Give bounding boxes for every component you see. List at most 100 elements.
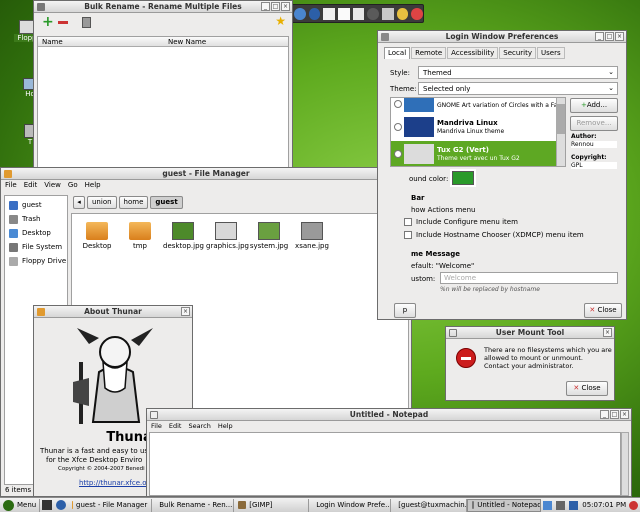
task-file-manager[interactable]: guest - File Manager — [68, 498, 153, 512]
path-back-button[interactable]: ◂ — [73, 196, 85, 209]
mail-icon[interactable] — [323, 7, 336, 20]
task-login-prefs[interactable]: Login Window Prefe... — [309, 498, 392, 512]
theme-radio[interactable] — [394, 123, 402, 131]
menu-view[interactable]: View — [44, 181, 61, 190]
add-files-icon[interactable]: + — [42, 15, 54, 29]
help-button[interactable]: p — [394, 303, 416, 318]
tab-users[interactable]: Users — [537, 47, 565, 59]
about-thunar-titlebar[interactable]: About Thunar × — [34, 306, 192, 318]
terminal-launcher-icon[interactable] — [42, 500, 53, 510]
login-prefs-titlebar[interactable]: Login Window Preferences _ □ × — [378, 31, 626, 43]
remove-files-icon[interactable] — [58, 21, 68, 24]
task-bulk-rename[interactable]: Bulk Rename - Ren... — [152, 498, 235, 512]
minimize-button[interactable]: _ — [600, 410, 609, 419]
globe-icon[interactable] — [294, 7, 306, 20]
star-icon[interactable]: ★ — [275, 14, 286, 28]
mount-close-button[interactable]: ✕ Close — [566, 381, 608, 396]
file-item[interactable]: graphics.jpg — [206, 222, 249, 250]
menu-edit[interactable]: Edit — [169, 422, 182, 431]
menu-help[interactable]: Help — [85, 181, 101, 190]
include-configure-checkbox[interactable] — [404, 218, 412, 226]
path-button-home[interactable]: home — [118, 196, 149, 209]
browser-icon[interactable] — [308, 7, 321, 20]
tab-accessibility[interactable]: Accessibility — [447, 47, 499, 59]
task-gimp[interactable]: [GIMP] — [234, 498, 310, 512]
tab-security[interactable]: Security — [499, 47, 536, 59]
file-item[interactable]: Desktop — [77, 222, 117, 250]
menu-search[interactable]: Search — [188, 422, 210, 431]
menu-go[interactable]: Go — [68, 181, 78, 190]
close-button[interactable]: × — [281, 2, 290, 11]
menu-help[interactable]: Help — [218, 422, 233, 431]
close-button[interactable]: × — [620, 410, 629, 419]
headset-icon[interactable] — [367, 7, 380, 20]
tab-local[interactable]: Local — [384, 47, 411, 59]
notepad-titlebar[interactable]: Untitled - Notepad _ □ × — [147, 409, 631, 421]
close-button[interactable]: × — [181, 307, 190, 316]
theme-list[interactable]: GNOME Art variation of Circles with a Fa… — [390, 97, 566, 167]
file-list[interactable]: Name New Name — [37, 36, 289, 174]
volume-tray-icon[interactable] — [556, 500, 566, 510]
sidebar-item-guest[interactable]: guest — [5, 198, 67, 212]
task-terminal[interactable]: [guest@tuxmachin... — [391, 498, 468, 512]
menu-file[interactable]: File — [5, 181, 17, 190]
maximize-button[interactable]: □ — [271, 2, 280, 11]
theme-list-item-selected[interactable]: Tux G2 (Vert) Theme vert avec un Tux G2 — [391, 141, 559, 166]
menu-edit[interactable]: Edit — [24, 181, 38, 190]
maximize-button[interactable]: □ — [610, 410, 619, 419]
custom-welcome-row[interactable]: ustom: — [411, 275, 435, 283]
remove-theme-button[interactable]: Remove... — [570, 116, 618, 131]
monitor-icon[interactable] — [382, 7, 394, 20]
style-select[interactable]: Themed ⌄ — [418, 66, 618, 79]
default-welcome-row[interactable]: efault: "Welcome" — [411, 262, 474, 270]
file-item[interactable]: desktop.jpg — [163, 222, 204, 250]
file-item[interactable]: tmp — [120, 222, 160, 250]
tab-remote[interactable]: Remote — [411, 47, 447, 59]
chat-icon[interactable] — [352, 7, 365, 20]
theme-radio[interactable] — [394, 100, 402, 108]
sidebar-item-trash[interactable]: Trash — [5, 212, 67, 226]
include-chooser-checkbox[interactable] — [404, 231, 412, 239]
column-new-name[interactable]: New Name — [168, 38, 206, 46]
path-button-guest[interactable]: guest — [150, 196, 183, 209]
add-theme-button[interactable]: +Add... — [570, 98, 618, 113]
theme-list-scrollbar[interactable] — [556, 98, 565, 166]
notepad-text-area[interactable] — [149, 432, 621, 496]
mount-tool-titlebar[interactable]: User Mount Tool × — [446, 327, 614, 339]
show-actions-row[interactable]: how Actions menu — [411, 206, 475, 214]
scroll-thumb[interactable] — [557, 104, 565, 134]
theme-list-item[interactable]: Mandriva Linux Mandriva Linux theme — [391, 115, 559, 139]
sidebar-item-desktop[interactable]: Desktop — [5, 226, 67, 240]
sidebar-item-floppy[interactable]: Floppy Drive — [5, 254, 67, 268]
task-notepad[interactable]: Untitled - Notepad — [467, 498, 542, 512]
display-tray-icon[interactable] — [569, 500, 579, 510]
network-tray-icon[interactable] — [543, 500, 553, 510]
theme-radio[interactable] — [394, 150, 402, 158]
include-configure-row[interactable]: Include Configure menu item — [404, 218, 518, 226]
exit-tray-icon[interactable] — [629, 500, 639, 510]
file-item[interactable]: system.jpg — [249, 222, 289, 250]
bulk-rename-titlebar[interactable]: Bulk Rename - Rename Multiple Files _ □ × — [34, 1, 292, 13]
browser-launcher-icon[interactable] — [56, 500, 67, 510]
minimize-button[interactable]: _ — [595, 32, 604, 41]
close-button[interactable]: × — [615, 32, 624, 41]
minimize-button[interactable]: _ — [261, 2, 270, 11]
pencil-icon[interactable] — [396, 7, 409, 20]
menu-file[interactable]: File — [151, 422, 162, 431]
file-item[interactable]: xsane.jpg — [292, 222, 332, 250]
prefs-close-button[interactable]: ✕ Close — [584, 303, 622, 318]
sidebar-item-file-system[interactable]: File System — [5, 240, 67, 254]
notepad-scrollbar[interactable] — [621, 432, 629, 496]
start-menu-button[interactable]: Menu — [0, 498, 41, 512]
custom-welcome-input[interactable]: Welcome — [440, 272, 618, 284]
power-icon[interactable] — [411, 7, 424, 20]
file-manager-titlebar[interactable]: guest - File Manager _□× — [1, 168, 411, 180]
close-button[interactable]: × — [603, 328, 612, 337]
notes-icon[interactable] — [338, 7, 350, 20]
clear-icon[interactable] — [82, 17, 91, 28]
maximize-button[interactable]: □ — [605, 32, 614, 41]
column-name[interactable]: Name — [42, 38, 63, 46]
theme-select[interactable]: Selected only ⌄ — [418, 82, 618, 95]
background-color-swatch[interactable] — [450, 169, 476, 187]
include-chooser-row[interactable]: Include Hostname Chooser (XDMCP) menu it… — [404, 231, 584, 239]
